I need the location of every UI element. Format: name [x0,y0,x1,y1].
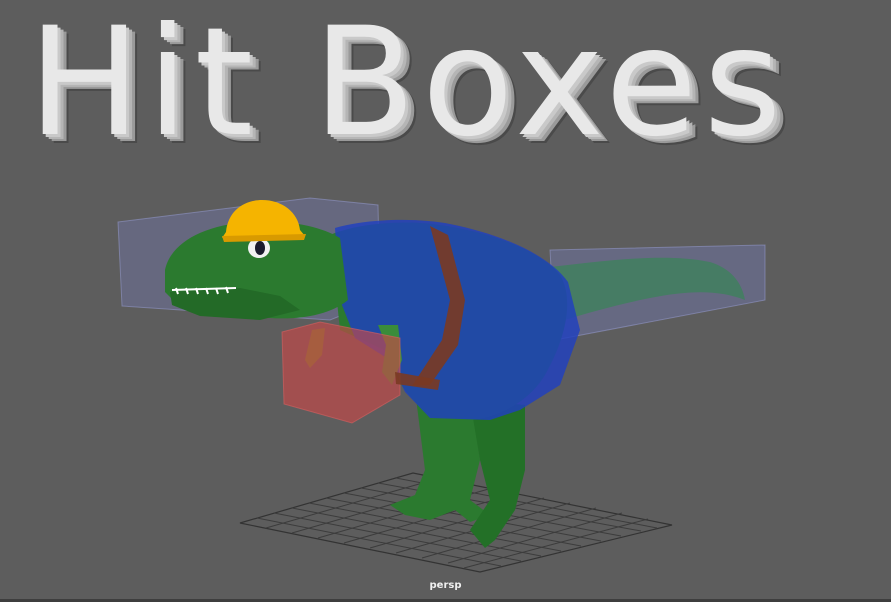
carried-box-hitbox [281,321,401,424]
camera-name-label: persp [429,580,462,591]
dino-right-leg [470,400,525,548]
scene-canvas [117,197,766,573]
tail-hitbox [549,244,766,341]
maya-perspective-viewport[interactable]: Hit Boxes persp [0,0,891,602]
dino-pupil [255,241,265,255]
